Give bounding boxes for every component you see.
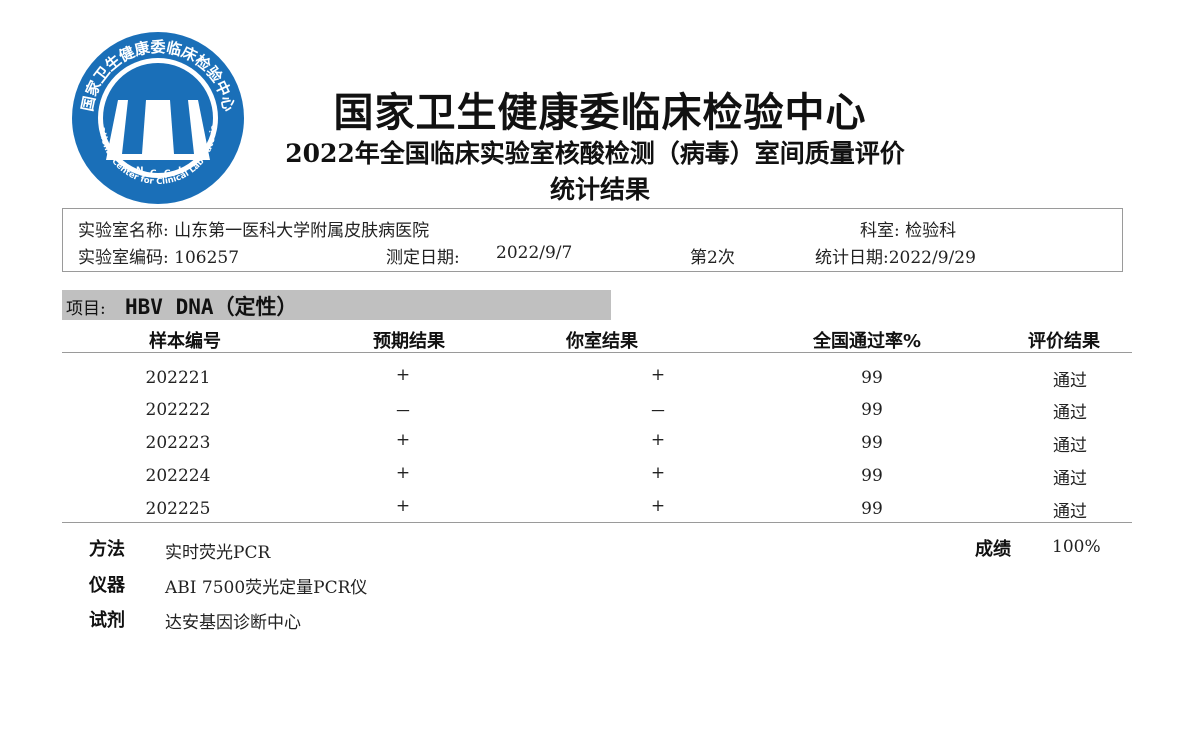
table-bottom-rule [62, 522, 1132, 523]
cell-pass-rate: 99 [861, 466, 883, 486]
cell-evaluation: 通过 [1053, 502, 1087, 522]
round-value: 第2次 [690, 248, 735, 268]
logo-letter-c1: C [150, 169, 157, 179]
cell-your-result: － [649, 402, 667, 422]
dept-value: 检验科 [905, 221, 957, 241]
cell-sample-id: 202224 [145, 466, 211, 486]
page-subtitle: 2022年全国临床实验室核酸检测（病毒）室间质量评价 [285, 139, 905, 168]
cell-pass-rate: 99 [861, 433, 883, 453]
col-header-sample-id: 样本编号 [149, 331, 221, 352]
cell-expected: － [394, 402, 412, 422]
cell-your-result: + [650, 463, 666, 483]
instrument-label: 仪器 [89, 575, 125, 596]
cell-your-result: + [650, 430, 666, 450]
cell-evaluation: 通过 [1053, 469, 1087, 489]
test-date-label: 测定日期: [386, 248, 460, 268]
project-label: 项目: [66, 299, 106, 319]
logo-letter-l: L [178, 166, 184, 176]
logo-letter-c2: C [164, 169, 171, 179]
project-value: HBV DNA（定性） [125, 295, 298, 319]
dept-label: 科室: [860, 221, 900, 241]
score-label: 成绩 [975, 539, 1011, 560]
lab-name-value: 山东第一医科大学附属皮肤病医院 [174, 221, 430, 241]
lab-name-row: 实验室名称: 山东第一医科大学附属皮肤病医院 [78, 216, 429, 241]
lab-code-label: 实验室编码: [78, 248, 169, 268]
lab-code-row: 实验室编码: 106257 [78, 243, 239, 268]
lab-code-value: 106257 [174, 248, 240, 268]
reagent-label: 试剂 [89, 610, 125, 631]
cell-sample-id: 202225 [145, 499, 211, 519]
col-header-your-result: 你室结果 [566, 331, 638, 352]
cell-expected: + [395, 430, 411, 450]
cell-expected: + [395, 365, 411, 385]
cell-sample-id: 202223 [145, 433, 211, 453]
stat-date-label: 统计日期: [815, 248, 889, 268]
nccl-logo: 国家卫生健康委临床检验中心 National Center for Clinic… [70, 30, 244, 204]
logo-letter-n: N [136, 166, 144, 176]
method-value: 实时荧光PCR [165, 543, 271, 563]
method-label: 方法 [89, 539, 125, 560]
test-date-value: 2022/9/7 [496, 243, 573, 263]
cell-evaluation: 通过 [1053, 436, 1087, 456]
page-title: 国家卫生健康委临床检验中心 [333, 89, 867, 136]
page-subtitle-2: 统计结果 [549, 175, 650, 204]
cell-evaluation: 通过 [1053, 403, 1087, 423]
instrument-value: ABI 7500荧光定量PCR仪 [165, 578, 368, 598]
cell-expected: + [395, 496, 411, 516]
cell-sample-id: 202221 [145, 368, 211, 388]
cell-your-result: + [650, 365, 666, 385]
stat-date-value: 2022/9/29 [888, 248, 976, 268]
lab-name-label: 实验室名称: [78, 221, 169, 241]
cell-sample-id: 202222 [145, 400, 211, 420]
col-header-evaluation: 评价结果 [1028, 331, 1100, 352]
score-value: 100% [1052, 537, 1101, 557]
cell-pass-rate: 99 [861, 499, 883, 519]
cell-pass-rate: 99 [861, 368, 883, 388]
stat-date-row: 统计日期:2022/9/29 [815, 243, 976, 268]
cell-expected: + [395, 463, 411, 483]
cell-pass-rate: 99 [861, 400, 883, 420]
dept-row: 科室: 检验科 [860, 216, 956, 241]
reagent-value: 达安基因诊断中心 [165, 613, 301, 633]
cell-evaluation: 通过 [1053, 371, 1087, 391]
cell-your-result: + [650, 496, 666, 516]
col-header-pass-rate: 全国通过率% [813, 331, 922, 352]
col-header-expected: 预期结果 [373, 331, 445, 352]
table-header-rule [62, 352, 1132, 353]
